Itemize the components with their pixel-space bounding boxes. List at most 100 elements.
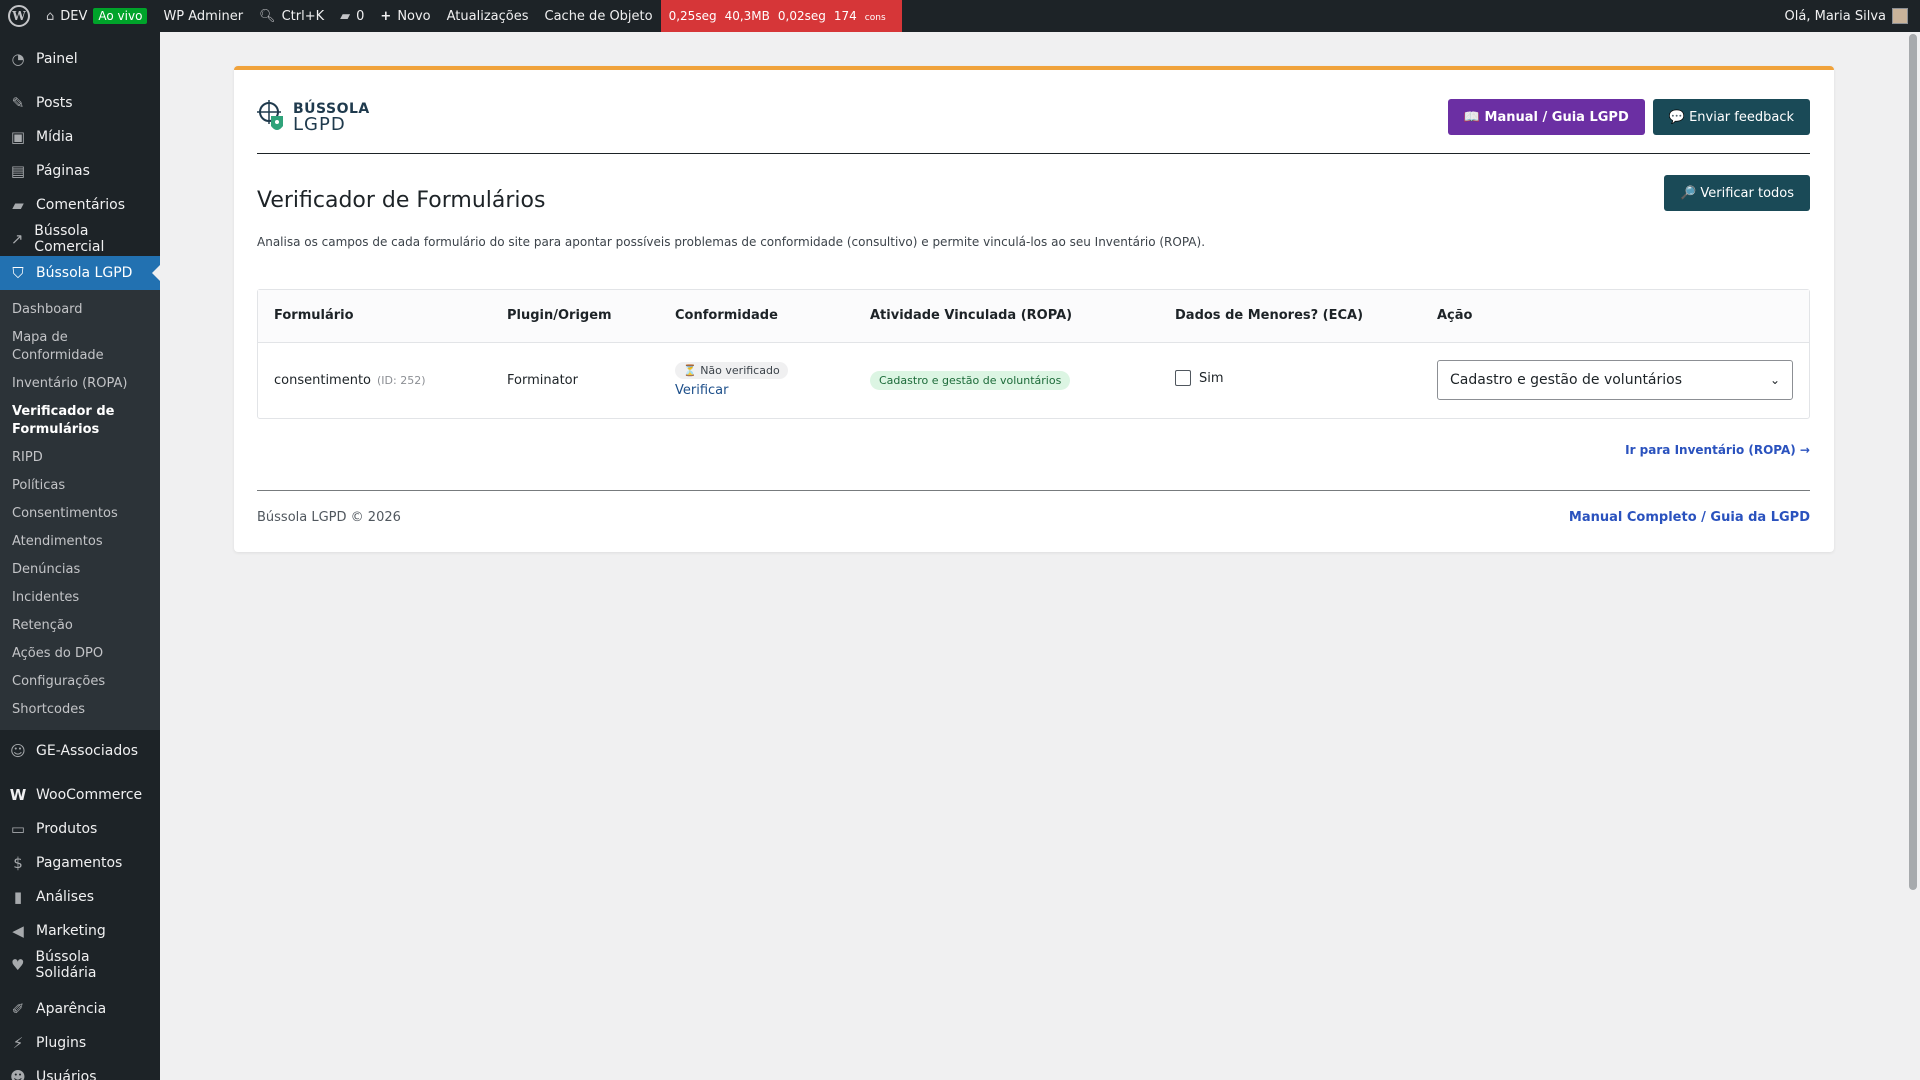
scrollbar-thumb[interactable] [1909, 34, 1917, 890]
footer-manual-link[interactable]: Manual Completo / Guia da LGPD [1569, 510, 1810, 525]
site-name: DEV [60, 8, 88, 24]
menu-item-paginas[interactable]: ▤ Páginas [0, 154, 160, 188]
page-scrollbar[interactable] [1906, 32, 1920, 1080]
menu-item-woocommerce[interactable]: W WooCommerce [0, 778, 160, 812]
qm-db-time: 0,02seg [777, 9, 826, 23]
submenu-consentimentos[interactable]: Consentimentos [0, 500, 160, 528]
object-cache-label: Cache de Objeto [544, 8, 653, 24]
shield-icon: ⛉ [12, 264, 24, 282]
user-greeting: Olá, Maria Silva [1784, 8, 1886, 24]
menu-label: Bússola Solidária [35, 949, 97, 981]
col-atividade: Atividade Vinculada (ROPA) [854, 290, 1159, 343]
comments-count: 0 [356, 8, 365, 24]
minors-checkbox[interactable] [1175, 370, 1191, 387]
home-icon: ⌂ [46, 8, 55, 24]
object-cache-menu[interactable]: Cache de Objeto [537, 0, 661, 32]
qm-memory: 40,3MB [724, 9, 770, 23]
plus-icon: + [380, 8, 392, 24]
menu-label: Aparência [36, 1001, 107, 1017]
menu-label: Produtos [36, 821, 98, 837]
search-shortcut: Ctrl+K [281, 8, 325, 24]
menu-item-ge-associados[interactable]: ☺ GE-Associados [0, 734, 160, 768]
minors-checkbox-label[interactable]: Sim [1175, 370, 1224, 387]
page-description: Analisa os campos de cada formulário do … [257, 235, 1206, 249]
wp-adminer-link[interactable]: WP Adminer [155, 0, 251, 32]
menu-item-plugins[interactable]: ⚡︎ Plugins [0, 1026, 160, 1060]
megaphone-icon: ◀ [12, 922, 24, 940]
menu-item-bussola-lgpd[interactable]: ⛉ Bússola LGPD [0, 256, 160, 290]
submenu-inventario[interactable]: Inventário (ROPA) [0, 370, 160, 398]
submenu-verificador[interactable]: Verificador de Formulários [0, 398, 160, 444]
qm-queries-count: 174 [833, 9, 857, 23]
submenu-configuracoes[interactable]: Configurações [0, 668, 160, 696]
wp-adminer-label: WP Adminer [163, 8, 244, 24]
manual-guide-button[interactable]: 📖 Manual / Guia LGPD [1447, 99, 1645, 135]
submenu-mapa-conformidade[interactable]: Mapa de Conformidade [0, 324, 160, 370]
ropa-activity-select[interactable]: Cadastro e gestão de voluntários ⌄ [1437, 360, 1793, 401]
menu-item-pagamentos[interactable]: $ Pagamentos [0, 846, 160, 880]
submenu-atendimentos[interactable]: Atendimentos [0, 528, 160, 556]
minors-label: Sim [1199, 370, 1224, 386]
col-formulario: Formulário [258, 290, 491, 343]
submenu-dashboard[interactable]: Dashboard [0, 296, 160, 324]
submenu-shortcodes[interactable]: Shortcodes [0, 696, 160, 724]
menu-item-midia[interactable]: ▣ Mídia [0, 120, 160, 154]
menu-label: Painel [36, 51, 78, 67]
menu-item-produtos[interactable]: ▭ Produtos [0, 812, 160, 846]
my-account-menu[interactable]: Olá, Maria Silva [1777, 0, 1920, 32]
menu-label: Comentários [36, 197, 126, 213]
cell-minors: Sim [1159, 342, 1421, 418]
cell-form: consentimento (ID: 252) [258, 342, 491, 418]
updates-label: Atualizações [446, 8, 529, 24]
cell-activity: Cadastro e gestão de voluntários [854, 342, 1159, 418]
cell-status: ⏳ Não verificado Verificar [659, 342, 854, 418]
menu-item-bussola-comercial[interactable]: ↗ Bússola Comercial [0, 222, 160, 256]
new-label: Novo [397, 8, 431, 24]
verify-all-button[interactable]: 🔎 Verificar todos [1664, 175, 1810, 211]
admin-bar: W ⌂ DEV Ao vivo WP Adminer 🔍︎ Ctrl+K ▰ 0… [0, 0, 1920, 32]
menu-label: Marketing [36, 923, 106, 939]
menu-item-aparencia[interactable]: ✐ Aparência [0, 992, 160, 1026]
qm-time: 0,25seg [668, 9, 717, 23]
menu-label: Pagamentos [36, 855, 123, 871]
header-divider [257, 153, 1810, 154]
table-row: consentimento (ID: 252) Forminator ⏳ Não … [258, 342, 1809, 418]
menu-item-posts[interactable]: ✎ Posts [0, 86, 160, 120]
menu-item-painel[interactable]: ◔ Painel [0, 42, 160, 76]
site-name-menu[interactable]: ⌂ DEV Ao vivo [38, 0, 155, 32]
lgpd-panel: BÚSSOLA LGPD 📖 Manual / Guia LGPD 💬 Envi… [234, 66, 1834, 552]
menu-label: Análises [36, 889, 95, 905]
menu-item-marketing[interactable]: ◀ Marketing [0, 914, 160, 948]
group-icon: ☺ [10, 742, 26, 760]
command-search[interactable]: 🔍︎ Ctrl+K [251, 0, 332, 32]
menu-item-usuarios[interactable]: ☻ Usuários [0, 1060, 160, 1080]
menu-item-analises[interactable]: ▮ Análises [0, 880, 160, 914]
menu-label: WooCommerce [36, 787, 143, 803]
bussola-lgpd-logo: BÚSSOLA LGPD [257, 98, 370, 136]
feedback-button[interactable]: 💬 Enviar feedback [1652, 99, 1810, 135]
submenu-politicas[interactable]: Políticas [0, 472, 160, 500]
comment-bubble-icon: ▰ [340, 8, 351, 24]
col-plugin: Plugin/Origem [491, 290, 659, 343]
verify-link[interactable]: Verificar [675, 383, 838, 398]
go-to-ropa-link[interactable]: Ir para Inventário (ROPA) → [1625, 443, 1810, 457]
submenu-denuncias[interactable]: Denúncias [0, 556, 160, 584]
cell-plugin: Forminator [507, 372, 578, 388]
wp-logo-menu[interactable]: W [0, 0, 38, 32]
new-content-menu[interactable]: + Novo [372, 0, 438, 32]
menu-item-bussola-solidaria[interactable]: ♥ Bússola Solidária [0, 948, 160, 982]
menu-label: Páginas [36, 163, 90, 179]
query-monitor-menu[interactable]: 0,25seg 40,3MB 0,02seg 174 cons [660, 0, 902, 32]
admin-sidebar: ◔ Painel ✎ Posts ▣ Mídia ▤ Páginas ▰ Com… [0, 32, 160, 1080]
comments-menu[interactable]: ▰ 0 [332, 0, 372, 32]
submenu-acoes-dpo[interactable]: Ações do DPO [0, 640, 160, 668]
media-icon: ▣ [10, 128, 26, 146]
select-value: Cadastro e gestão de voluntários [1450, 372, 1683, 389]
form-name: consentimento [274, 372, 372, 388]
form-id: (ID: 252) [377, 373, 426, 387]
menu-item-comentarios[interactable]: ▰ Comentários [0, 188, 160, 222]
submenu-retencao[interactable]: Retenção [0, 612, 160, 640]
submenu-ripd[interactable]: RIPD [0, 444, 160, 472]
submenu-incidentes[interactable]: Incidentes [0, 584, 160, 612]
updates-menu[interactable]: Atualizações [439, 0, 537, 32]
